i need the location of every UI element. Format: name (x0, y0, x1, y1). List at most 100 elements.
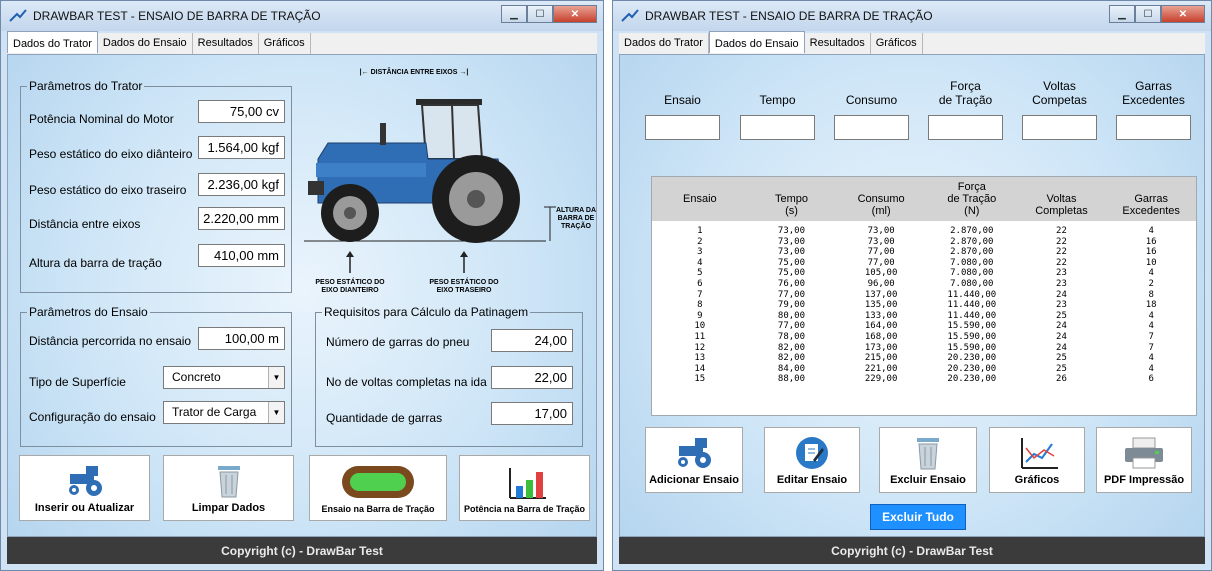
lug-qty-input[interactable]: 17,00 (491, 402, 573, 425)
drawbar-power-button[interactable]: Potência na Barra de Tração (459, 455, 590, 521)
tab-graficos[interactable]: Gráficos (871, 33, 923, 54)
col-header-garras[interactable]: Garras Excedentes (1106, 193, 1196, 217)
table-row[interactable]: 12 82,00 173,00 15.590,00 24 7 (652, 343, 1196, 354)
cell-voltas: 26 (1056, 374, 1067, 385)
cell-ensaio: 4 (697, 257, 703, 268)
maximize-icon[interactable]: ☐ (527, 5, 553, 23)
tab-dados-do-trator[interactable]: Dados do Trator (7, 31, 98, 53)
tab-dados-do-ensaio[interactable]: Dados do Ensaio (708, 31, 805, 53)
table-row[interactable]: 1 73,00 73,00 2.870,00 22 4 (652, 226, 1196, 237)
tab-content-tractor: Parâmetros do Trator Potência Nominal do… (7, 55, 597, 537)
surface-select[interactable]: Concreto ▼ (163, 366, 285, 389)
cell-forca: 2.870,00 (950, 236, 994, 247)
cell-ensaio: 10 (694, 321, 706, 332)
cell-garras: 16 (1145, 247, 1157, 258)
cell-forca: 15.590,00 (947, 331, 997, 342)
cell-tempo: 75,00 (777, 257, 806, 268)
cell-consumo: 137,00 (864, 289, 898, 300)
col-header-voltas[interactable]: Voltas Completas (1017, 193, 1107, 217)
insert-update-button[interactable]: Inserir ou Atualizar (19, 455, 150, 521)
edit-test-button[interactable]: Editar Ensaio (764, 427, 860, 493)
lugs-input[interactable]: 24,00 (491, 329, 573, 352)
config-label: Configuração do ensaio (29, 410, 156, 424)
col-header-consumo[interactable]: Consumo (ml) (835, 193, 927, 217)
cell-garras: 4 (1148, 353, 1154, 364)
add-test-button[interactable]: Adicionar Ensaio (645, 427, 743, 493)
col-header-forca[interactable]: Força de Tração (N) (927, 181, 1017, 217)
table-row[interactable]: 7 77,00 137,00 11.440,00 24 8 (652, 290, 1196, 301)
tractor-icon (68, 466, 102, 496)
close-icon[interactable]: ✕ (1161, 5, 1205, 23)
delete-all-button[interactable]: Excluir Tudo (870, 504, 966, 530)
cell-tempo: 82,00 (777, 342, 806, 353)
drawbar-height-caption: ALTURA DA BARRA DE TRAÇÃO (555, 207, 597, 230)
rear-axle-caption: PESO ESTÁTICO DO EIXO TRASEIRO (429, 279, 499, 294)
tempo-input[interactable] (740, 115, 815, 140)
lug-qty-label: Quantidade de garras (326, 411, 443, 425)
entry-header-ensaio: Ensaio (664, 93, 701, 107)
config-select[interactable]: Trator de Carga ▼ (163, 401, 285, 424)
garras-input[interactable] (1116, 115, 1191, 140)
table-row[interactable]: 2 73,00 73,00 2.870,00 22 16 (652, 237, 1196, 248)
table-row[interactable]: 15 88,00 229,00 20.230,00 26 6 (652, 374, 1196, 385)
turns-input[interactable]: 22,00 (491, 366, 573, 389)
drawbar-test-button[interactable]: Ensaio na Barra de Tração (309, 455, 447, 521)
tab-graficos[interactable]: Gráficos (259, 33, 311, 54)
cell-voltas: 25 (1056, 363, 1067, 374)
maximize-icon[interactable]: ☐ (1135, 5, 1161, 23)
table-row[interactable]: 8 79,00 135,00 11.440,00 23 18 (652, 300, 1196, 311)
cell-voltas: 25 (1056, 353, 1067, 364)
tractor-icon (678, 438, 711, 468)
col-header-tempo[interactable]: Tempo (s) (748, 193, 836, 217)
ensaio-input[interactable] (645, 115, 720, 140)
table-row[interactable]: 14 84,00 221,00 20.230,00 25 4 (652, 364, 1196, 375)
table-row[interactable]: 6 76,00 96,00 7.080,00 23 2 (652, 279, 1196, 290)
table-row[interactable]: 11 78,00 168,00 15.590,00 24 7 (652, 332, 1196, 343)
cell-garras: 4 (1148, 226, 1154, 236)
lugs-label: Número de garras do pneu (326, 335, 470, 349)
pdf-print-button[interactable]: PDF Impressão (1096, 427, 1192, 493)
minimize-icon[interactable]: ▁ (1109, 5, 1135, 23)
tractor-diagram: |← DISTÂNCIA ENTRE EIXOS →| ALTURA DA BA… (298, 63, 600, 303)
entry-header-forca: Força de Tração (938, 79, 993, 107)
table-row[interactable]: 5 75,00 105,00 7.080,00 23 4 (652, 268, 1196, 279)
minimize-icon[interactable]: ▁ (501, 5, 527, 23)
cell-tempo: 76,00 (777, 278, 806, 289)
rear-axle-weight-input[interactable]: 2.236,00 kgf (198, 173, 285, 196)
cell-consumo: 105,00 (864, 268, 898, 279)
clear-data-button[interactable]: Limpar Dados (163, 455, 294, 521)
consumo-input[interactable] (834, 115, 909, 140)
cell-tempo: 84,00 (777, 363, 806, 374)
table-row[interactable]: 13 82,00 215,00 20.230,00 25 4 (652, 353, 1196, 364)
cell-voltas: 22 (1056, 226, 1067, 236)
tab-resultados[interactable]: Resultados (805, 33, 871, 54)
table-row[interactable]: 3 73,00 77,00 2.870,00 22 16 (652, 247, 1196, 258)
close-icon[interactable]: ✕ (553, 5, 597, 23)
engine-power-input[interactable]: 75,00 cv (198, 100, 285, 123)
forca-input[interactable] (928, 115, 1003, 140)
charts-button[interactable]: Gráficos (989, 427, 1085, 493)
front-axle-weight-input[interactable]: 1.564,00 kgf (198, 136, 285, 159)
tab-dados-do-ensaio[interactable]: Dados do Ensaio (98, 33, 193, 54)
table-row[interactable]: 4 75,00 77,00 7.080,00 22 10 (652, 258, 1196, 269)
copyright-footer: Copyright (c) - DrawBar Test (7, 537, 597, 564)
cell-forca: 2.870,00 (950, 226, 994, 236)
drawbar-height-input[interactable]: 410,00 mm (198, 244, 285, 267)
tab-dados-do-trator[interactable]: Dados do Trator (619, 33, 709, 54)
cell-forca: 11.440,00 (947, 300, 997, 311)
col-header-ensaio[interactable]: Ensaio (652, 193, 748, 217)
chevron-down-icon[interactable]: ▼ (268, 367, 284, 388)
voltas-input[interactable] (1022, 115, 1097, 140)
table-row[interactable]: 9 80,00 133,00 11.440,00 25 4 (652, 311, 1196, 322)
cell-forca: 15.590,00 (947, 342, 997, 353)
chevron-down-icon[interactable]: ▼ (268, 402, 284, 423)
delete-test-button[interactable]: Excluir Ensaio (879, 427, 977, 493)
tractor-params-legend: Parâmetros do Trator (29, 79, 143, 93)
cell-tempo: 80,00 (777, 310, 806, 321)
table-row[interactable]: 10 77,00 164,00 15.590,00 24 4 (652, 321, 1196, 332)
distance-input[interactable]: 100,00 m (198, 327, 285, 350)
test-data-table[interactable]: Ensaio Tempo (s) Consumo (ml) Força de Traç… (651, 176, 1197, 416)
wheelbase-input[interactable]: 2.220,00 mm (198, 207, 285, 230)
tab-resultados[interactable]: Resultados (193, 33, 259, 54)
main-window-test-data: DRAWBAR TEST - ENSAIO DE BARRA DE TRAÇÃO… (612, 0, 1212, 571)
